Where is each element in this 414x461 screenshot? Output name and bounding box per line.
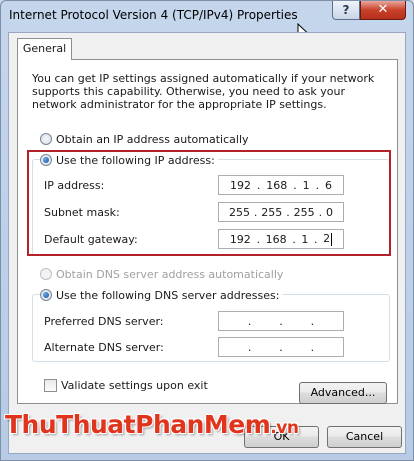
octet-2: 168 bbox=[265, 232, 287, 246]
ip-address-input[interactable]: 192 . 168 . 1 . 6 bbox=[218, 175, 344, 195]
radio-label: Obtain an IP address automatically bbox=[56, 132, 249, 146]
octet-2: 255 bbox=[261, 205, 283, 219]
tab-general[interactable]: General bbox=[17, 38, 72, 60]
octet-separator: . bbox=[315, 178, 320, 192]
preferred-dns-label: Preferred DNS server: bbox=[44, 315, 164, 328]
radio-label: Obtain DNS server address automatically bbox=[56, 267, 284, 281]
subnet-mask-label: Subnet mask: bbox=[44, 206, 120, 219]
octet-separator: . bbox=[292, 232, 296, 246]
advanced-button[interactable]: Advanced... bbox=[299, 382, 387, 404]
octet-separator: . bbox=[279, 314, 283, 328]
octet-3: 255 bbox=[293, 205, 315, 219]
watermark-main: ThuThuatPhanMem bbox=[5, 410, 271, 439]
octet-separator: . bbox=[256, 178, 261, 192]
site-watermark: ThuThuatPhanMem.vn bbox=[5, 410, 299, 439]
octet-separator: . bbox=[247, 314, 252, 328]
octet-separator: . bbox=[253, 205, 258, 219]
preferred-dns-input[interactable]: . . . bbox=[218, 311, 344, 331]
radio-use-following-ip[interactable]: Use the following IP address: bbox=[40, 153, 218, 167]
octet-separator: . bbox=[279, 340, 283, 354]
radio-use-following-dns[interactable]: Use the following DNS server addresses: bbox=[40, 288, 283, 302]
radio-obtain-ip-auto[interactable]: Obtain an IP address automatically bbox=[40, 132, 249, 146]
ip-address-label: IP address: bbox=[44, 179, 105, 192]
radio-label: Use the following DNS server addresses: bbox=[56, 288, 280, 302]
default-gateway-label: Default gateway: bbox=[44, 233, 138, 246]
octet-1: 255 bbox=[228, 205, 250, 219]
title-bar[interactable]: Internet Protocol Version 4 (TCP/IPv4) P… bbox=[1, 1, 413, 31]
octet-separator: . bbox=[247, 340, 252, 354]
text-caret bbox=[331, 232, 333, 246]
general-tab-panel: You can get IP settings assigned automat… bbox=[17, 59, 398, 404]
octet-separator: . bbox=[256, 232, 260, 246]
validate-settings-checkbox[interactable]: Validate settings upon exit bbox=[44, 378, 208, 392]
cancel-button[interactable]: Cancel bbox=[327, 426, 402, 448]
octet-1: 192 bbox=[229, 232, 251, 246]
octet-3: 1 bbox=[302, 178, 310, 192]
default-gateway-input[interactable]: 192 . 168 . 1 . 2 bbox=[218, 229, 344, 249]
octet-separator: . bbox=[286, 205, 290, 219]
window-title: Internet Protocol Version 4 (TCP/IPv4) P… bbox=[9, 8, 298, 22]
checkbox-icon[interactable] bbox=[44, 378, 57, 392]
radio-disabled-icon[interactable] bbox=[40, 268, 52, 280]
octet-4: 0 bbox=[325, 205, 333, 219]
close-button[interactable]: ✕ bbox=[360, 1, 406, 20]
radio-icon[interactable] bbox=[40, 133, 52, 145]
octet-2: 168 bbox=[266, 178, 288, 192]
octet-separator: . bbox=[318, 205, 323, 219]
dialog-client-area: General You can get IP settings assigned… bbox=[8, 32, 406, 454]
radio-obtain-dns-auto[interactable]: Obtain DNS server address automatically bbox=[40, 267, 283, 281]
radio-selected-icon[interactable] bbox=[40, 154, 52, 166]
octet-4: 2 bbox=[323, 232, 333, 246]
octet-3: 1 bbox=[301, 232, 309, 246]
octet-separator: . bbox=[310, 340, 315, 354]
alternate-dns-input[interactable]: . . . bbox=[218, 337, 344, 357]
octet-separator: . bbox=[310, 314, 315, 328]
radio-selected-icon[interactable] bbox=[40, 289, 52, 301]
help-button[interactable]: ? bbox=[332, 1, 360, 20]
octet-separator: . bbox=[314, 232, 318, 246]
octet-separator: . bbox=[293, 178, 297, 192]
description-text: You can get IP settings assigned automat… bbox=[32, 72, 375, 111]
checkbox-label: Validate settings upon exit bbox=[61, 378, 208, 392]
subnet-mask-input[interactable]: 255 . 255 . 255 . 0 bbox=[218, 202, 344, 222]
octet-4: 6 bbox=[324, 178, 332, 192]
dialog-window: Internet Protocol Version 4 (TCP/IPv4) P… bbox=[0, 0, 414, 461]
octet-1: 192 bbox=[229, 178, 251, 192]
octet-4-value: 2 bbox=[323, 232, 331, 246]
alternate-dns-label: Alternate DNS server: bbox=[44, 341, 164, 354]
radio-label: Use the following IP address: bbox=[56, 153, 215, 167]
watermark-suffix: .vn bbox=[270, 418, 299, 438]
